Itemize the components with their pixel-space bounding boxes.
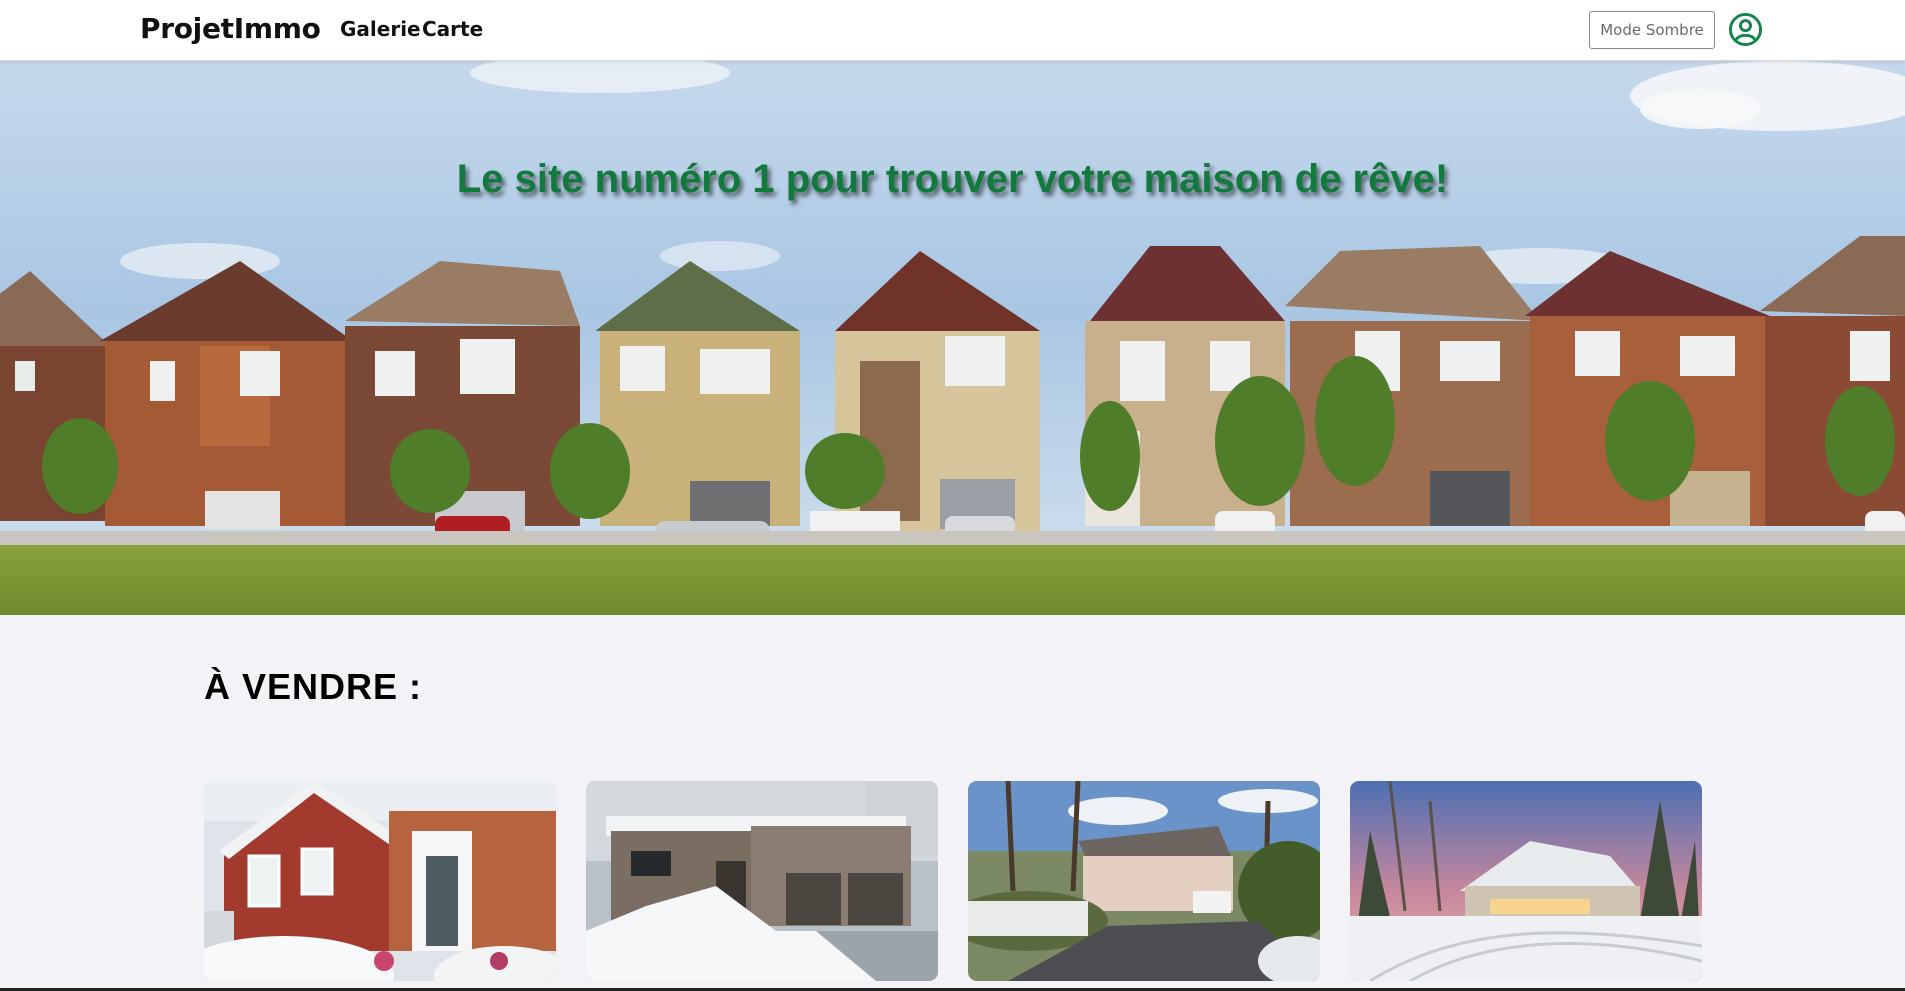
listing-card[interactable] [1350, 781, 1702, 981]
hero-banner: Le site numéro 1 pour trouver votre mais… [0, 61, 1905, 615]
hero-title: Le site numéro 1 pour trouver votre mais… [456, 157, 1449, 201]
brand-logo[interactable]: ProjetImmo [140, 12, 321, 45]
listing-image [204, 781, 556, 981]
for-sale-heading: À VENDRE : [204, 666, 423, 707]
dark-mode-button[interactable]: Mode Sombre [1589, 11, 1715, 49]
listing-card[interactable] [968, 781, 1320, 981]
nav-link-galerie[interactable]: Galerie [340, 17, 421, 41]
user-circle-icon[interactable] [1728, 12, 1763, 47]
nav-link-carte[interactable]: Carte [422, 17, 483, 41]
navbar: ProjetImmo Galerie Carte Mode Sombre [0, 0, 1905, 61]
listing-image [968, 781, 1320, 981]
listing-card[interactable] [586, 781, 938, 981]
hero-image [0, 61, 1905, 615]
listing-image [1350, 781, 1702, 981]
listing-image [586, 781, 938, 981]
listing-card[interactable] [204, 781, 556, 981]
